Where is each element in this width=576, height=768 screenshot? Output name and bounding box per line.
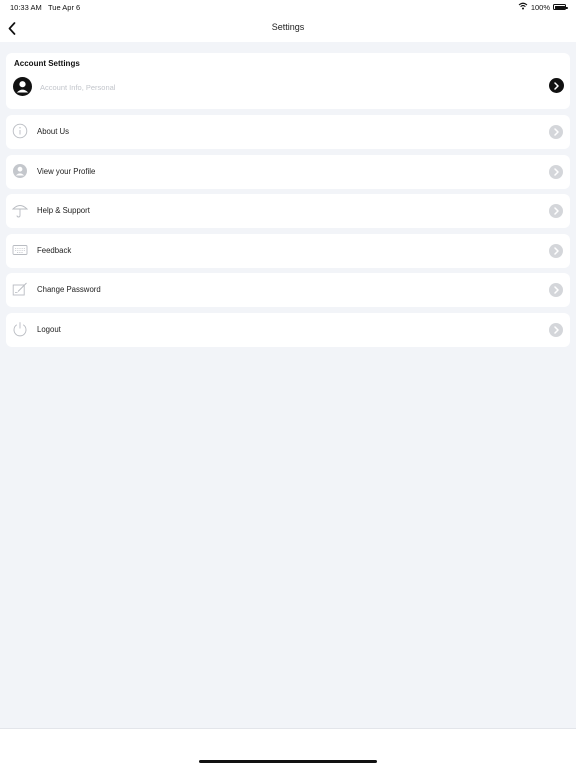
status-bar: 10:33 AM Tue Apr 6 100%	[0, 0, 576, 14]
chevron-right-icon	[549, 322, 563, 337]
logout-label: Logout	[37, 324, 61, 334]
home-indicator[interactable]	[199, 760, 377, 763]
about-us-item[interactable]: About Us	[6, 115, 570, 149]
page-title: Settings	[271, 22, 305, 32]
battery-percent: 100%	[530, 2, 550, 12]
bottom-bar	[0, 728, 576, 768]
status-indicators: 100%	[518, 2, 568, 12]
change-password-label: Change Password	[37, 285, 101, 294]
power-icon	[12, 321, 28, 337]
view-profile-label: View your Profile	[37, 166, 96, 176]
view-profile-item[interactable]: View your Profile	[6, 154, 570, 189]
nav-bar: Settings	[0, 14, 576, 42]
account-info-row[interactable]: Account Info, Personal	[13, 77, 564, 97]
help-support-item[interactable]: Help & Support	[6, 194, 570, 228]
settings-screen: 10:33 AM Tue Apr 6 100% Settings Account…	[0, 0, 576, 768]
settings-list: Account Settings Account Info, Personal	[6, 53, 570, 352]
status-clock: 10:33 AM	[10, 3, 42, 12]
battery-icon	[553, 4, 568, 10]
keyboard-icon	[12, 242, 28, 258]
wifi-icon	[518, 2, 528, 12]
feedback-label: Feedback	[37, 245, 72, 255]
about-us-label: About Us	[37, 127, 70, 136]
chevron-right-icon	[549, 283, 563, 297]
chevron-right-icon	[549, 243, 563, 258]
edit-icon	[12, 281, 28, 297]
chevron-right-icon	[549, 125, 563, 139]
status-time: 10:33 AM Tue Apr 6	[10, 3, 80, 12]
account-info-subtitle: Account Info, Personal	[40, 83, 116, 92]
chevron-right-icon	[549, 164, 563, 179]
account-settings-card: Account Settings Account Info, Personal	[6, 53, 570, 109]
avatar-icon	[13, 77, 32, 96]
change-password-item[interactable]: Change Password	[6, 273, 570, 307]
account-settings-title: Account Settings	[14, 59, 80, 68]
info-icon	[12, 123, 28, 139]
help-support-label: Help & Support	[37, 206, 90, 215]
logout-item[interactable]: Logout	[6, 312, 570, 347]
profile-icon	[12, 163, 28, 179]
status-date: Tue Apr 6	[47, 3, 81, 12]
umbrella-icon	[12, 202, 28, 218]
chevron-right-icon	[549, 78, 564, 93]
feedback-item[interactable]: Feedback	[6, 233, 570, 268]
chevron-right-icon	[549, 204, 563, 218]
